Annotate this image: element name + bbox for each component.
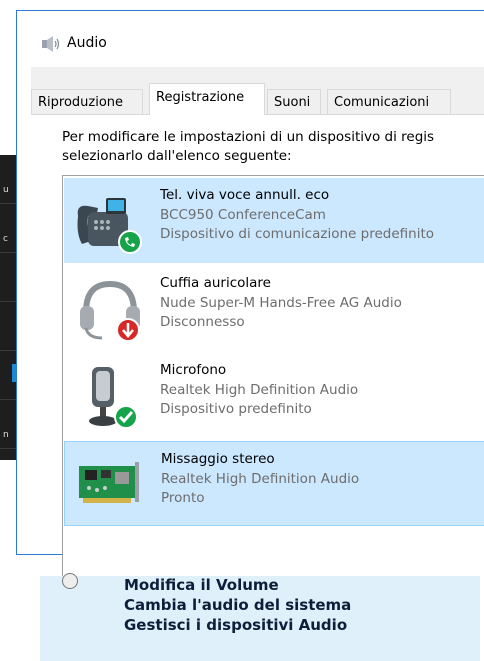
list-item-speakerphone[interactable]: Tel. viva voce annull. eco BCC950 Confer… [64, 178, 484, 263]
tab-panel: Per modificare le impostazioni di un dis… [31, 114, 484, 616]
microphone-icon [89, 367, 138, 429]
device-description: Realtek High Definition Audio [160, 382, 359, 398]
device-name: Tel. viva voce annull. eco [160, 187, 330, 203]
tab-registrazione[interactable]: Registrazione [149, 83, 265, 115]
speakerphone-icon [77, 198, 142, 254]
sound-card-icon [79, 462, 139, 503]
list-item-headset[interactable]: Cuffia auricolare Nude Super-M Hands-Fre… [64, 266, 484, 351]
device-name: Microfono [160, 362, 227, 378]
caption-line-devices: Gestisci i dispositivi Audio [124, 616, 348, 634]
device-list[interactable]: Tel. viva voce annull. eco BCC950 Confer… [62, 175, 484, 616]
decorative-circle [62, 573, 78, 589]
phone-badge-icon [118, 230, 142, 254]
tab-suoni[interactable]: Suoni [267, 89, 321, 114]
device-description: Realtek High Definition Audio [161, 471, 360, 487]
instructions-text: Per modificare le impostazioni di un dis… [62, 129, 435, 164]
window-title: Audio [67, 35, 107, 51]
headset-icon [80, 280, 140, 342]
audio-dialog: Audio Riproduzione Registrazione Suoni C… [16, 10, 484, 616]
caption-line-volume: Modifica il Volume [124, 576, 279, 594]
speaker-icon [42, 36, 60, 52]
device-name: Cuffia auricolare [160, 275, 271, 291]
tab-bar: Riproduzione Registrazione Suoni Comunic… [31, 81, 484, 115]
tab-riproduzione[interactable]: Riproduzione [31, 89, 143, 114]
caption-box: Modifica il Volume Cambia l'audio del si… [40, 573, 480, 661]
caption-line-audio: Cambia l'audio del sistema [124, 596, 352, 614]
device-description: BCC950 ConferenceCam [160, 207, 326, 223]
list-item-microphone[interactable]: Microfono Realtek High Definition Audio … [64, 353, 484, 438]
device-status: Dispositivo di comunicazione predefinito [160, 226, 434, 242]
device-name: Missaggio stereo [161, 451, 275, 467]
device-status: Dispositivo predefinito [160, 401, 312, 417]
tab-comunicazioni[interactable]: Comunicazioni [327, 89, 451, 114]
device-status: Pronto [161, 490, 205, 506]
device-status: Disconnesso [160, 314, 245, 330]
list-item-stereo-mix[interactable]: Missaggio stereo Realtek High Definition… [64, 441, 484, 526]
dialog-body: Riproduzione Registrazione Suoni Comunic… [31, 67, 484, 616]
device-description: Nude Super-M Hands-Free AG Audio [160, 295, 402, 311]
title-bar: Audio [17, 11, 484, 67]
